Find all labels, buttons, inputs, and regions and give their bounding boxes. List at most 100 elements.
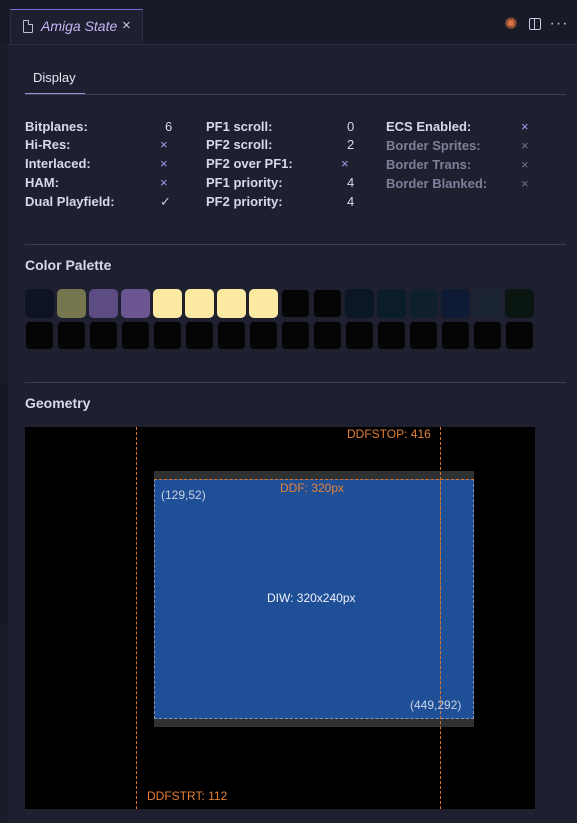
- tab-display-label: Display: [33, 70, 76, 85]
- tab-title: Amiga State: [41, 18, 118, 34]
- palette-swatch[interactable]: [57, 321, 86, 350]
- display-row-label: Border Blanked:: [386, 176, 488, 191]
- palette-swatch[interactable]: [217, 289, 246, 318]
- display-row-value: 2: [347, 137, 355, 152]
- palette-swatch[interactable]: [89, 321, 118, 350]
- display-row-label: PF2 over PF1:: [206, 156, 293, 171]
- tab-display[interactable]: Display: [25, 62, 85, 94]
- ddfstrt-label: DDFSTRT: 112: [147, 789, 228, 803]
- display-row: Border Trans: ×: [386, 157, 536, 175]
- palette-title: Color Palette: [25, 257, 112, 273]
- palette-swatch[interactable]: [249, 289, 278, 318]
- display-row-label: PF2 scroll:: [206, 137, 273, 152]
- palette-swatch[interactable]: [377, 321, 406, 350]
- palette-swatch[interactable]: [313, 289, 342, 318]
- x-icon: ×: [341, 156, 349, 171]
- x-icon: ×: [521, 157, 529, 172]
- display-row-label: ECS Enabled:: [386, 119, 472, 134]
- diw-top-left-coord: (129,52): [161, 488, 206, 502]
- display-row-value: 4: [347, 194, 355, 209]
- display-row-label: Hi-Res:: [25, 137, 71, 152]
- display-row: PF2 over PF1: ×: [206, 156, 356, 174]
- toolbar-actions: ✺ ···: [503, 15, 568, 33]
- editor-tab-bar: Amiga State × ✺ ···: [0, 0, 577, 45]
- display-row: PF1 scroll: 0: [206, 119, 356, 137]
- ddfstop-label: DDFSTOP: 416: [347, 427, 431, 441]
- divider: [25, 382, 566, 383]
- divider: [25, 244, 566, 245]
- display-row: Border Blanked: ×: [386, 176, 536, 194]
- palette-swatch[interactable]: [505, 321, 534, 350]
- palette-swatch[interactable]: [281, 321, 310, 350]
- x-icon: ×: [521, 176, 529, 191]
- palette-swatch[interactable]: [409, 289, 438, 318]
- display-row: Dual Playfield: ✓: [25, 194, 175, 212]
- palette-swatch[interactable]: [57, 289, 86, 318]
- display-row: Hi-Res: ×: [25, 137, 175, 155]
- display-row-label: PF2 priority:: [206, 194, 283, 209]
- divider: [25, 94, 566, 95]
- check-icon: ✓: [160, 194, 171, 209]
- display-row-label: Bitplanes:: [25, 119, 88, 134]
- ddfstrt-line: [136, 427, 137, 809]
- palette-swatch[interactable]: [505, 289, 534, 318]
- split-editor-icon[interactable]: [529, 18, 541, 30]
- spark-icon[interactable]: ✺: [503, 16, 519, 33]
- palette-swatch[interactable]: [441, 321, 470, 350]
- display-row-value: 4: [347, 175, 355, 190]
- display-row-label: Border Trans:: [386, 157, 472, 172]
- display-row: ECS Enabled: ×: [386, 119, 536, 137]
- close-icon[interactable]: ×: [122, 17, 131, 34]
- diw-label: DIW: 320x240px: [267, 591, 356, 605]
- palette-swatch[interactable]: [249, 321, 278, 350]
- display-row: HAM: ×: [25, 175, 175, 193]
- display-row-value: 0: [347, 119, 355, 134]
- palette-swatch[interactable]: [121, 321, 150, 350]
- palette-swatch[interactable]: [121, 289, 150, 318]
- palette-swatch[interactable]: [89, 289, 118, 318]
- x-icon: ×: [160, 156, 168, 171]
- display-row: Border Sprites: ×: [386, 138, 536, 156]
- palette-swatch[interactable]: [185, 289, 214, 318]
- geometry-title: Geometry: [25, 395, 91, 411]
- display-row: PF1 priority: 4: [206, 175, 356, 193]
- palette-swatch[interactable]: [153, 321, 182, 350]
- display-row-value: 6: [165, 119, 173, 134]
- ddf-top-line: [154, 479, 474, 480]
- x-icon: ×: [160, 175, 168, 190]
- ddf-label: DDF: 320px: [280, 481, 345, 495]
- display-row-label: Dual Playfield:: [25, 194, 115, 209]
- display-row-label: Interlaced:: [25, 156, 91, 171]
- ddfstop-line: [440, 427, 441, 809]
- x-icon: ×: [160, 137, 168, 152]
- diw-bottom-right-coord: (449,292): [410, 698, 462, 712]
- display-row-label: Border Sprites:: [386, 138, 481, 153]
- left-gutter: [0, 44, 8, 823]
- palette-swatch[interactable]: [409, 321, 438, 350]
- palette-swatch[interactable]: [25, 321, 54, 350]
- display-row: PF2 priority: 4: [206, 194, 356, 212]
- display-row: Interlaced: ×: [25, 156, 175, 174]
- palette-swatch[interactable]: [441, 289, 470, 318]
- more-actions-icon[interactable]: ···: [550, 15, 568, 32]
- palette-swatch[interactable]: [345, 321, 374, 350]
- palette-swatch[interactable]: [25, 289, 54, 318]
- palette-swatch[interactable]: [377, 289, 406, 318]
- palette-swatch[interactable]: [313, 321, 342, 350]
- display-row-label: PF1 priority:: [206, 175, 283, 190]
- palette-swatch[interactable]: [345, 289, 374, 318]
- palette-swatch[interactable]: [473, 321, 502, 350]
- palette-swatch[interactable]: [185, 321, 214, 350]
- display-row-label: HAM:: [25, 175, 59, 190]
- file-icon: [23, 19, 34, 33]
- palette-swatch[interactable]: [473, 289, 502, 318]
- palette-swatch[interactable]: [153, 289, 182, 318]
- display-row: PF2 scroll: 2: [206, 137, 356, 155]
- display-row-label: PF1 scroll:: [206, 119, 273, 134]
- display-row: Bitplanes: 6: [25, 119, 175, 137]
- palette-swatch[interactable]: [281, 289, 310, 318]
- tab-amiga-state[interactable]: Amiga State ×: [10, 9, 143, 44]
- x-icon: ×: [521, 119, 529, 134]
- palette-swatch[interactable]: [217, 321, 246, 350]
- geometry-canvas: DDFSTOP: 416 DDFSTRT: 112 DDF: 320px (12…: [25, 427, 535, 809]
